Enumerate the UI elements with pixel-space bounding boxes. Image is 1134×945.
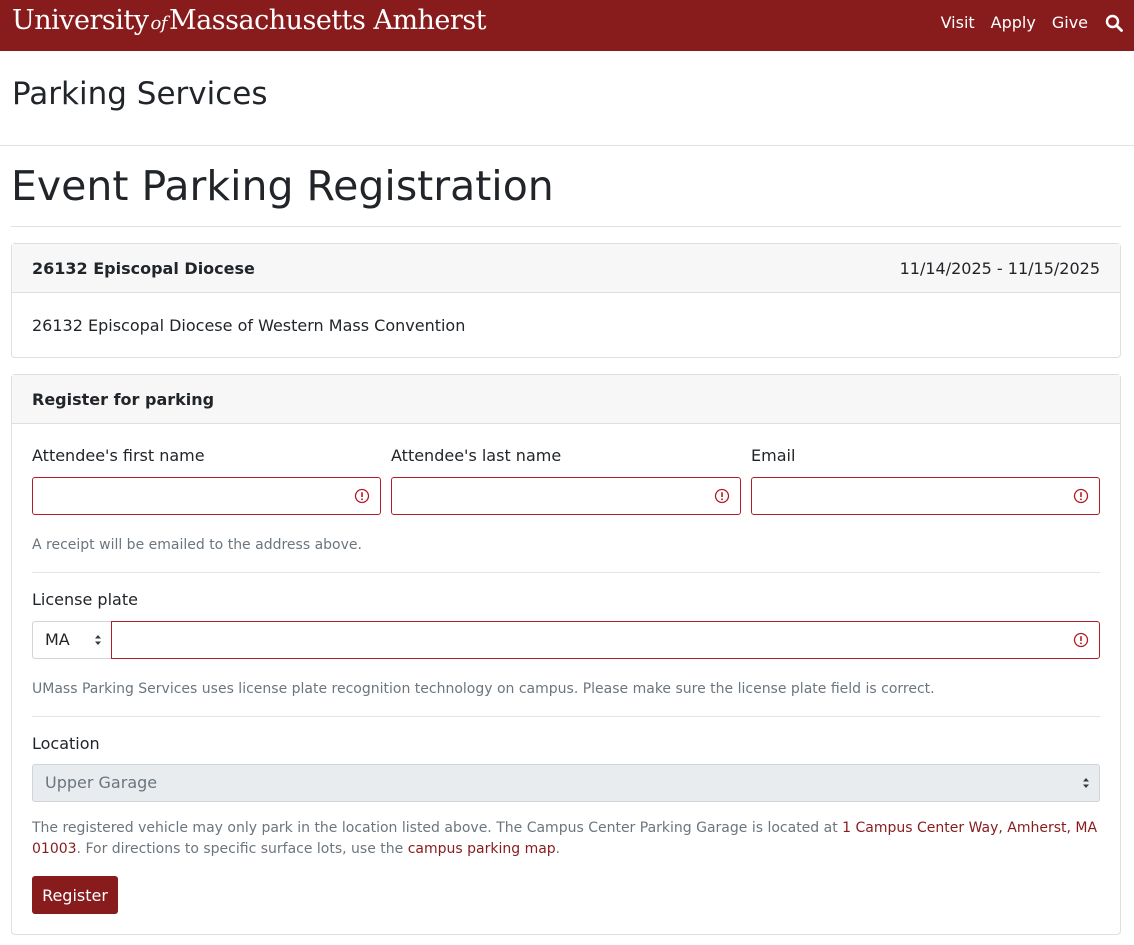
plate-help-text: UMass Parking Services uses license plat… — [32, 681, 935, 697]
registration-form-card: Register for parking Attendee's first na… — [11, 374, 1121, 935]
last-name-label: Attendee's last name — [391, 446, 562, 465]
form-header: Register for parking — [12, 375, 1120, 424]
error-icon — [1073, 632, 1089, 648]
first-name-input[interactable] — [32, 477, 381, 515]
top-bar: University ofMassachusetts Amherst Visit … — [0, 0, 1134, 51]
error-icon — [354, 488, 370, 504]
divider — [32, 572, 1100, 573]
email-input[interactable] — [751, 477, 1100, 515]
email-label: Email — [751, 446, 796, 465]
page-title: Event Parking Registration — [11, 162, 554, 210]
license-plate-input[interactable] — [111, 621, 1100, 659]
location-help-part1: The registered vehicle may only park in … — [32, 820, 843, 836]
first-name-label: Attendee's first name — [32, 446, 205, 465]
campus-parking-map-link[interactable]: campus parking map — [408, 841, 556, 857]
event-card-header: 26132 Episcopal Diocese 11/14/2025 - 11/… — [12, 244, 1120, 293]
brand-text-2: Massachusetts Amherst — [169, 5, 487, 36]
state-select-value: MA — [45, 630, 70, 649]
location-select: Upper Garage — [32, 764, 1100, 802]
university-logo[interactable]: University ofMassachusetts Amherst — [12, 5, 487, 40]
location-help-part3: . — [555, 841, 561, 857]
divider — [0, 145, 1134, 146]
divider — [32, 716, 1100, 717]
search-icon[interactable] — [1104, 12, 1124, 34]
last-name-input[interactable] — [391, 477, 741, 515]
state-select[interactable]: MA — [32, 621, 112, 659]
receipt-help-text: A receipt will be emailed to the address… — [32, 537, 362, 553]
event-card: 26132 Episcopal Diocese 11/14/2025 - 11/… — [11, 243, 1121, 358]
error-icon — [1073, 488, 1089, 504]
select-caret-icon — [1083, 778, 1089, 788]
location-help-text: The registered vehicle may only park in … — [32, 818, 1100, 860]
location-help-part2: . For directions to specific surface lot… — [76, 841, 408, 857]
top-nav: Visit Apply Give — [925, 12, 1124, 34]
error-icon — [714, 488, 730, 504]
site-title[interactable]: Parking Services — [12, 75, 268, 113]
event-dates: 11/14/2025 - 11/15/2025 — [899, 258, 1100, 278]
divider — [11, 226, 1121, 227]
select-caret-icon — [95, 635, 101, 645]
license-plate-label: License plate — [32, 590, 138, 609]
form-heading: Register for parking — [32, 389, 215, 409]
brand-text-1: University — [12, 5, 149, 36]
event-description: 26132 Episcopal Diocese of Western Mass … — [32, 315, 466, 335]
location-label: Location — [32, 734, 100, 753]
nav-visit-link[interactable]: Visit — [941, 12, 975, 34]
location-select-value: Upper Garage — [45, 773, 158, 792]
nav-give-link[interactable]: Give — [1052, 12, 1088, 34]
register-button[interactable]: Register — [32, 876, 118, 914]
event-name: 26132 Episcopal Diocese — [32, 258, 255, 278]
brand-text-of: of — [150, 13, 168, 34]
nav-apply-link[interactable]: Apply — [991, 12, 1036, 34]
